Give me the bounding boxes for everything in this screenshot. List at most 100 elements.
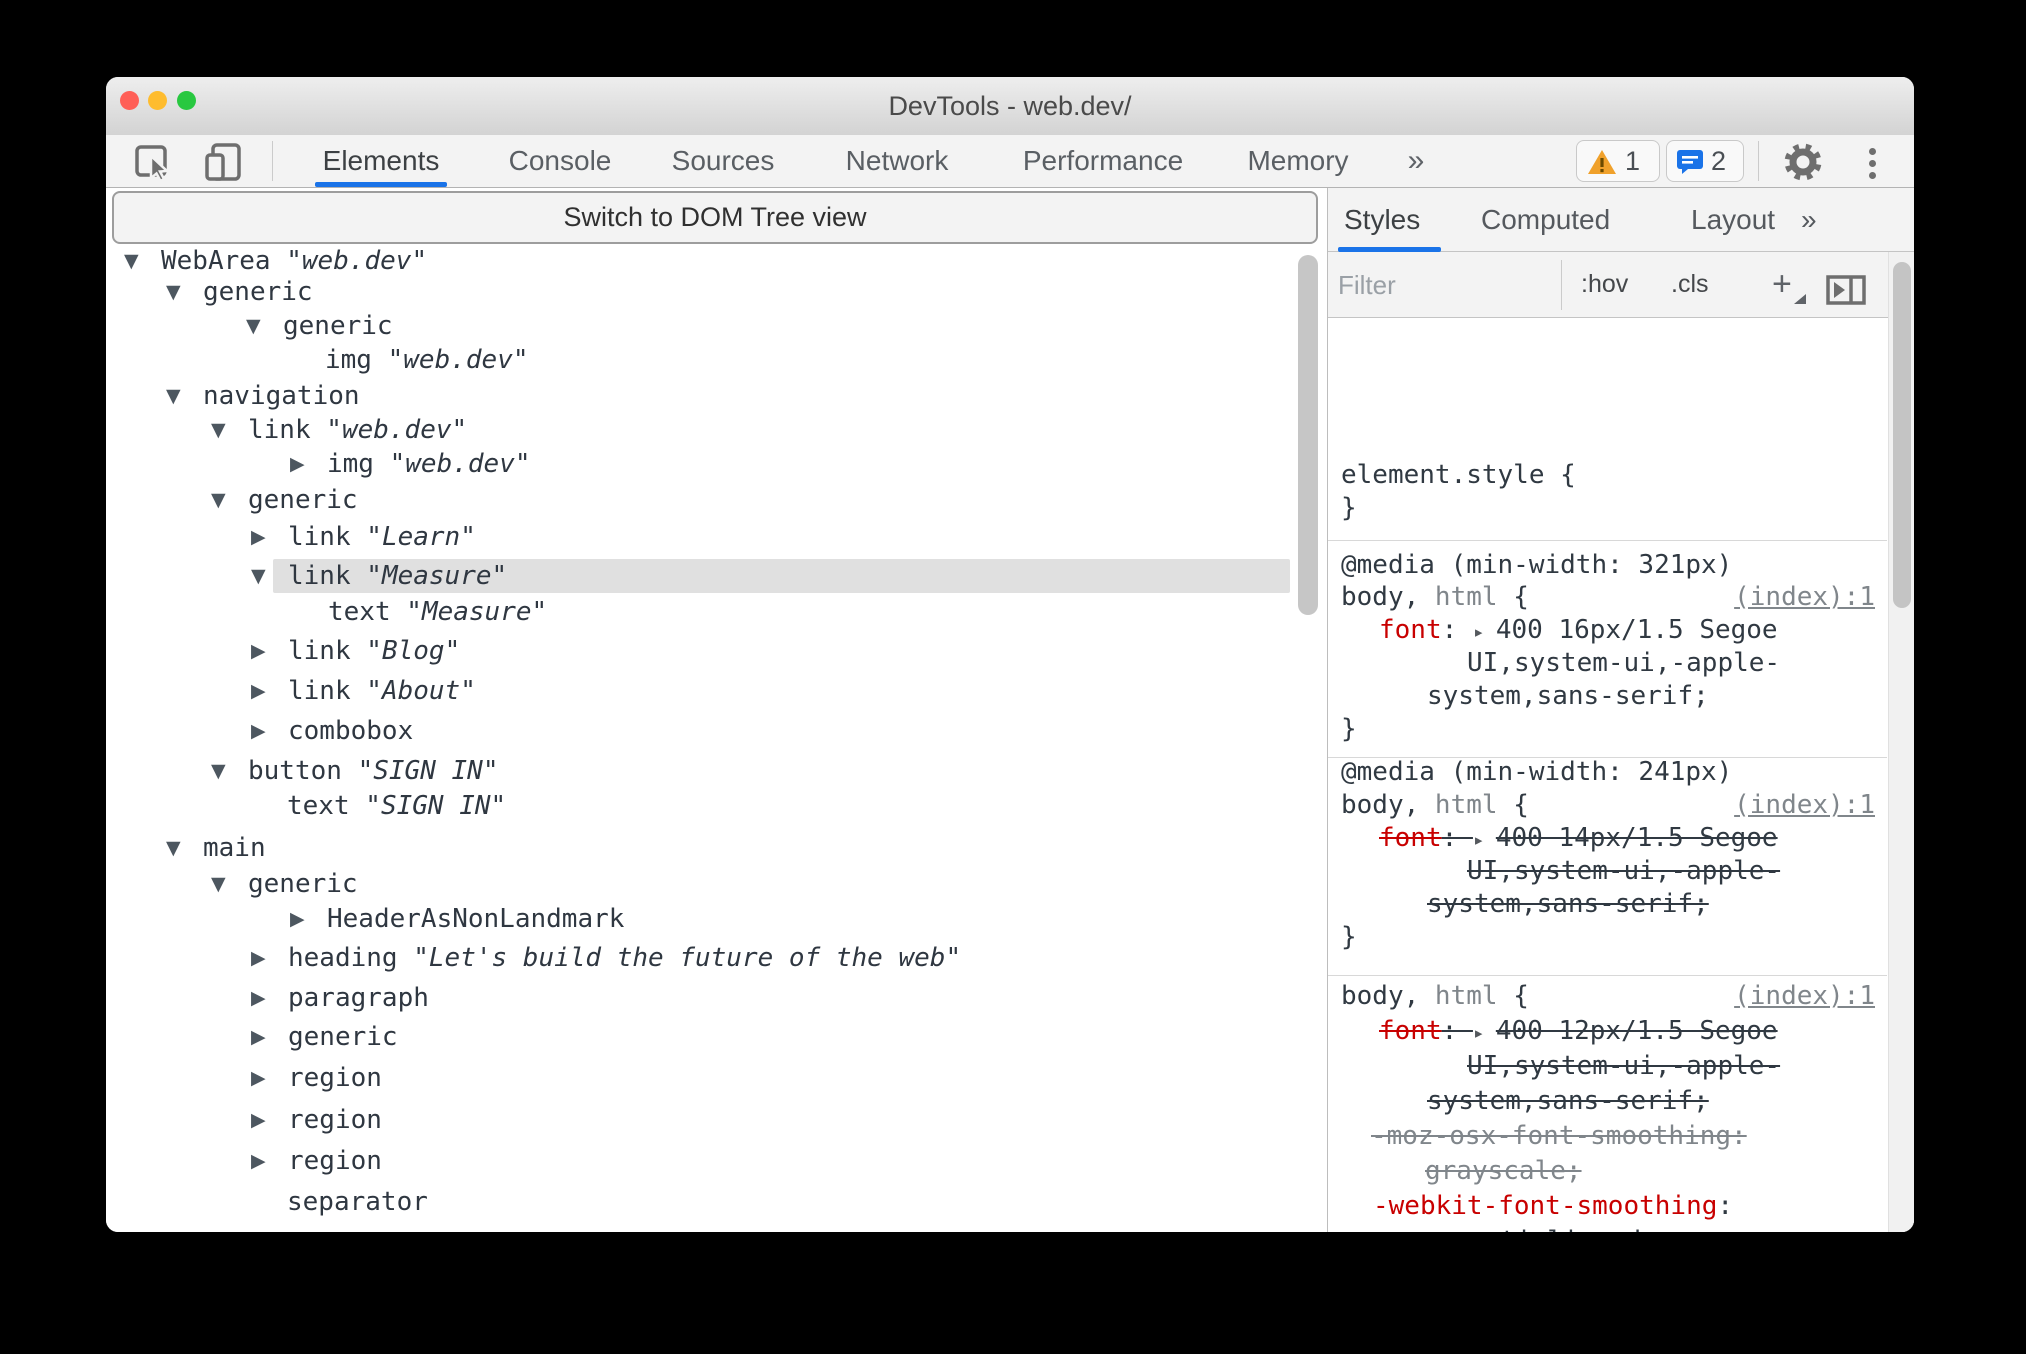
styles-scrollbar-thumb[interactable] <box>1893 262 1911 608</box>
issues-badge[interactable]: 2 <box>1666 140 1744 182</box>
css-line[interactable]: font: ▸ 400 14px/1.5 Segoe <box>1379 821 1778 855</box>
ax-tree-row[interactable]: img "web.dev" <box>106 343 1326 377</box>
collapse-arrow-icon[interactable]: ▼ <box>166 831 181 865</box>
ax-tree-row[interactable]: ▼ generic <box>106 867 1326 901</box>
ax-tree-row[interactable]: ▼ WebArea "web.dev" <box>106 244 1326 278</box>
class-toggle[interactable]: .cls <box>1671 252 1709 317</box>
expand-arrow-icon[interactable]: ▶ <box>251 1061 266 1095</box>
ax-tree-row[interactable]: ▶ heading "Let's build the future of the … <box>106 941 1326 975</box>
expand-arrow-icon[interactable]: ▶ <box>251 714 266 748</box>
css-line[interactable]: } <box>1341 920 1357 954</box>
ax-tree-row[interactable]: ▼ button "SIGN IN" <box>106 754 1326 788</box>
warnings-badge[interactable]: 1 <box>1576 140 1660 182</box>
css-line[interactable]: @media (min-width: 241px) <box>1341 755 1732 789</box>
new-style-rule-button[interactable]: + <box>1772 252 1792 317</box>
tab-elements[interactable]: Elements <box>323 135 440 187</box>
sidebar-tab-layout[interactable]: Layout <box>1691 188 1775 251</box>
collapse-arrow-icon[interactable]: ▼ <box>211 483 226 517</box>
css-line[interactable]: font: ▸ 400 16px/1.5 Segoe <box>1379 613 1778 647</box>
ax-tree-row[interactable]: ▼ main <box>106 831 1326 865</box>
css-line[interactable]: } <box>1341 491 1357 525</box>
ax-tree-row[interactable]: ▶ link "Learn" <box>106 520 1326 554</box>
ax-tree-row[interactable]: ▶ region <box>106 1144 1326 1178</box>
ax-tree-row[interactable]: ▶ generic <box>106 1020 1326 1054</box>
ax-tree-row[interactable]: ▶ HeaderAsNonLandmark <box>106 902 1326 936</box>
ax-tree-row[interactable]: ▶ combobox <box>106 714 1326 748</box>
css-line[interactable]: system,sans-serif; <box>1427 679 1709 713</box>
ax-tree-row[interactable]: ▼ generic <box>106 309 1326 343</box>
collapse-arrow-icon[interactable]: ▼ <box>211 867 226 901</box>
ax-tree-row[interactable]: ▼ link "web.dev" <box>106 413 1326 447</box>
css-line[interactable]: grayscale; <box>1425 1154 1582 1188</box>
sidebar-pane-toggle-icon[interactable] <box>1826 275 1866 305</box>
more-tabs-icon[interactable]: » <box>1408 135 1425 187</box>
ax-tree-row[interactable]: ▼ generic <box>106 483 1326 517</box>
expand-arrow-icon[interactable]: ▶ <box>251 634 266 668</box>
tab-memory[interactable]: Memory <box>1247 135 1348 187</box>
expand-arrow-icon[interactable]: ▶ <box>251 1103 266 1137</box>
css-line[interactable]: antialiased; <box>1469 1224 1657 1232</box>
ax-tree-row[interactable]: ▶ region <box>106 1103 1326 1137</box>
tab-performance[interactable]: Performance <box>1023 135 1183 187</box>
value-expander-icon[interactable]: ▸ <box>1473 621 1496 643</box>
tree-scrollbar[interactable] <box>1298 255 1318 615</box>
new-rule-caret-icon[interactable] <box>1794 294 1806 304</box>
css-line[interactable]: UI,system-ui,-apple- <box>1467 646 1780 680</box>
ax-tree-row[interactable]: text "Measure" <box>106 595 1326 629</box>
sidebar-tab-styles[interactable]: Styles <box>1344 188 1420 251</box>
ax-tree-row[interactable]: separator <box>106 1185 1326 1219</box>
css-line[interactable]: system,sans-serif; <box>1427 887 1709 921</box>
inspect-element-icon[interactable] <box>133 142 175 182</box>
pseudo-state-toggle[interactable]: :hov <box>1581 252 1628 317</box>
value-expander-icon[interactable]: ▸ <box>1473 1022 1496 1044</box>
collapse-arrow-icon[interactable]: ▼ <box>166 379 181 413</box>
css-line[interactable]: UI,system-ui,-apple- <box>1467 1049 1780 1083</box>
css-line[interactable]: element.style { <box>1341 458 1576 492</box>
collapse-arrow-icon[interactable]: ▼ <box>124 244 139 278</box>
css-line[interactable]: -moz-osx-font-smoothing: <box>1371 1119 1747 1153</box>
tab-console[interactable]: Console <box>509 135 612 187</box>
css-line[interactable]: UI,system-ui,-apple- <box>1467 854 1780 888</box>
css-line[interactable]: font: ▸ 400 12px/1.5 Segoe <box>1379 1014 1778 1048</box>
expand-arrow-icon[interactable]: ▶ <box>251 1020 266 1054</box>
stylesheet-link[interactable]: (index):1 <box>1734 580 1875 614</box>
tab-sources[interactable]: Sources <box>672 135 775 187</box>
collapse-arrow-icon[interactable]: ▼ <box>211 754 226 788</box>
collapse-arrow-icon[interactable]: ▼ <box>211 413 226 447</box>
ax-tree-row[interactable]: ▼ navigation <box>106 379 1326 413</box>
expand-arrow-icon[interactable]: ▶ <box>251 981 266 1015</box>
value-expander-icon[interactable]: ▸ <box>1473 829 1496 851</box>
styles-filter-input[interactable] <box>1336 258 1555 312</box>
expand-arrow-icon[interactable]: ▶ <box>251 520 266 554</box>
styles-scrollbar[interactable] <box>1888 252 1914 1232</box>
ax-tree-row[interactable]: ▼ link "Measure" <box>106 559 1326 593</box>
ax-tree-row[interactable]: ▼ generic <box>106 275 1326 309</box>
collapse-arrow-icon[interactable]: ▼ <box>246 309 261 343</box>
ax-tree-row[interactable]: text "SIGN IN" <box>106 789 1326 823</box>
css-line[interactable]: system,sans-serif; <box>1427 1084 1709 1118</box>
ax-tree-row[interactable]: ▶ link "About" <box>106 674 1326 708</box>
settings-gear-icon[interactable] <box>1782 141 1824 183</box>
sidebar-tab-computed[interactable]: Computed <box>1481 188 1610 251</box>
collapse-arrow-icon[interactable]: ▼ <box>166 275 181 309</box>
ax-tree-row[interactable]: ▶ img "web.dev" <box>106 447 1326 481</box>
stylesheet-link[interactable]: (index):1 <box>1734 979 1875 1013</box>
expand-arrow-icon[interactable]: ▶ <box>251 1144 266 1178</box>
css-line[interactable]: body, html { <box>1341 580 1529 614</box>
css-line[interactable]: -webkit-font-smoothing: <box>1373 1189 1733 1223</box>
tab-network[interactable]: Network <box>846 135 949 187</box>
device-toolbar-icon[interactable] <box>203 142 247 182</box>
css-line[interactable]: } <box>1341 712 1357 746</box>
expand-arrow-icon[interactable]: ▶ <box>290 902 305 936</box>
kebab-menu-icon[interactable] <box>1869 143 1876 184</box>
collapse-arrow-icon[interactable]: ▼ <box>251 559 266 593</box>
css-line[interactable]: @media (min-width: 321px) <box>1341 548 1732 582</box>
expand-arrow-icon[interactable]: ▶ <box>251 941 266 975</box>
ax-tree-row[interactable]: ▶ paragraph <box>106 981 1326 1015</box>
ax-tree-row[interactable]: ▶ link "Blog" <box>106 634 1326 668</box>
expand-arrow-icon[interactable]: ▶ <box>251 674 266 708</box>
stylesheet-link[interactable]: (index):1 <box>1734 788 1875 822</box>
css-line[interactable]: body, html { <box>1341 788 1529 822</box>
sidebar-more-tabs-icon[interactable]: » <box>1801 188 1817 251</box>
ax-tree-row[interactable]: ▶ region <box>106 1061 1326 1095</box>
